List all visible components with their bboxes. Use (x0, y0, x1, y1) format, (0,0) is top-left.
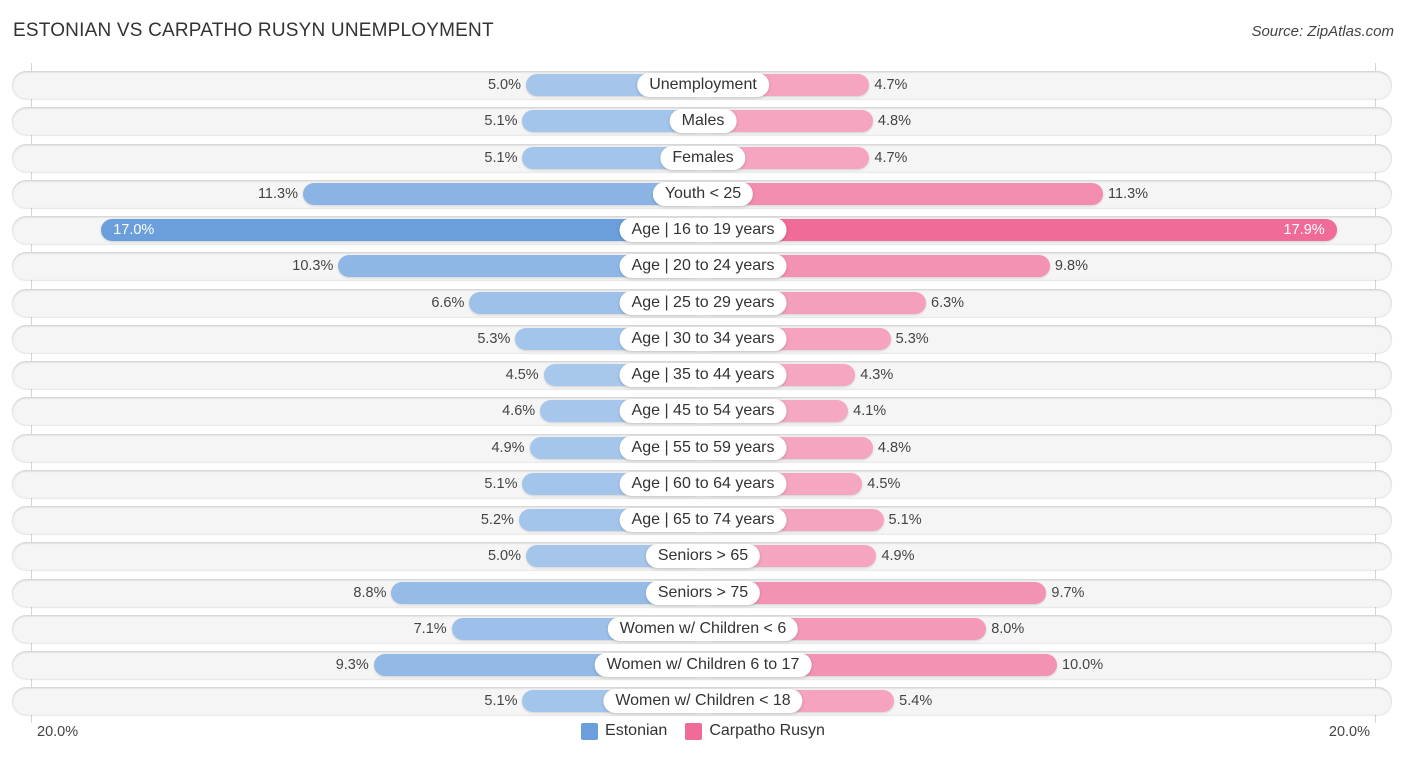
value-label-carpatho-rusyn: 9.8% (1054, 258, 1088, 275)
value-label-carpatho-rusyn: 11.3% (1108, 185, 1149, 202)
value-label-carpatho-rusyn: 4.3% (860, 367, 894, 383)
value-label-estonian: 5.3% (477, 330, 511, 347)
category-label: Age | 20 to 24 years (619, 254, 787, 279)
value-label-carpatho-rusyn: 6.3% (931, 294, 965, 311)
value-label-estonian: 11.3% (257, 185, 298, 202)
value-label-estonian: 7.1% (413, 620, 447, 637)
value-label-carpatho-rusyn: 8.0% (991, 620, 1025, 637)
category-label: Women w/ Children < 6 (607, 616, 799, 641)
value-label-estonian: 4.5% (505, 367, 539, 383)
category-label: Women w/ Children 6 to 17 (594, 653, 812, 677)
category-label: Age | 30 to 34 years (619, 326, 787, 351)
legend: Estonian Carpatho Rusyn (0, 722, 1406, 740)
value-label-estonian: 6.6% (431, 294, 465, 311)
category-label: Seniors > 75 (645, 580, 761, 605)
source-label: Source: ZipAtlas.com (1251, 23, 1394, 40)
category-label: Age | 55 to 59 years (619, 435, 787, 460)
value-label-carpatho-rusyn: 4.5% (867, 475, 901, 492)
value-label-estonian: 5.2% (480, 512, 514, 528)
value-label-estonian: 5.1% (484, 149, 518, 166)
category-label: Women w/ Children < 18 (603, 689, 803, 714)
category-label: Age | 16 to 19 years (619, 218, 787, 242)
legend-label-estonian: Estonian (605, 722, 668, 739)
value-label-carpatho-rusyn: 4.8% (877, 113, 911, 130)
value-label-carpatho-rusyn: 5.3% (895, 330, 929, 347)
category-label: Males (669, 109, 737, 134)
value-label-carpatho-rusyn: 9.7% (1051, 584, 1085, 601)
bar-estonian[interactable] (302, 182, 703, 205)
category-label: Age | 65 to 74 years (619, 508, 787, 532)
legend-item-estonian[interactable]: Estonian (581, 722, 667, 740)
value-label-carpatho-rusyn: 17.9% (1283, 222, 1325, 238)
value-label-carpatho-rusyn: 4.8% (877, 439, 911, 456)
value-label-carpatho-rusyn: 4.9% (881, 548, 915, 565)
value-label-estonian: 17.0% (113, 222, 155, 238)
value-label-carpatho-rusyn: 4.7% (874, 149, 908, 166)
value-label-carpatho-rusyn: 5.4% (899, 693, 933, 710)
category-label: Age | 45 to 54 years (619, 399, 787, 424)
value-label-carpatho-rusyn: 4.7% (874, 77, 908, 93)
legend-item-carpatho-rusyn[interactable]: Carpatho Rusyn (685, 722, 825, 740)
value-label-estonian: 5.1% (484, 113, 518, 130)
value-label-estonian: 8.8% (353, 584, 387, 601)
value-label-estonian: 10.3% (292, 258, 334, 275)
value-label-carpatho-rusyn: 4.1% (853, 403, 887, 420)
bar-carpatho-rusyn[interactable] (703, 219, 1337, 241)
value-label-estonian: 4.6% (502, 403, 536, 420)
category-label: Youth < 25 (652, 181, 754, 206)
legend-label-carpatho-rusyn: Carpatho Rusyn (709, 722, 825, 739)
category-label: Unemployment (637, 73, 769, 97)
bar-estonian[interactable] (101, 219, 703, 241)
value-label-carpatho-rusyn: 10.0% (1062, 657, 1104, 673)
category-label: Females (660, 145, 746, 170)
category-label: Age | 35 to 44 years (619, 363, 787, 387)
value-label-estonian: 4.9% (491, 439, 525, 456)
chart-title: ESTONIAN VS CARPATHO RUSYN UNEMPLOYMENT (13, 20, 494, 41)
category-label: Age | 60 to 64 years (619, 471, 787, 496)
bar-carpatho-rusyn[interactable] (703, 182, 1104, 205)
value-label-estonian: 9.3% (335, 657, 369, 673)
value-label-estonian: 5.1% (484, 475, 518, 492)
category-label: Age | 25 to 29 years (619, 290, 787, 315)
value-label-estonian: 5.0% (487, 77, 521, 93)
value-label-estonian: 5.0% (487, 548, 521, 565)
category-label: Seniors > 65 (645, 544, 761, 569)
legend-swatch-estonian (581, 722, 599, 740)
value-label-estonian: 5.1% (484, 693, 518, 710)
legend-swatch-carpatho-rusyn (685, 722, 703, 740)
value-label-carpatho-rusyn: 5.1% (888, 512, 922, 528)
